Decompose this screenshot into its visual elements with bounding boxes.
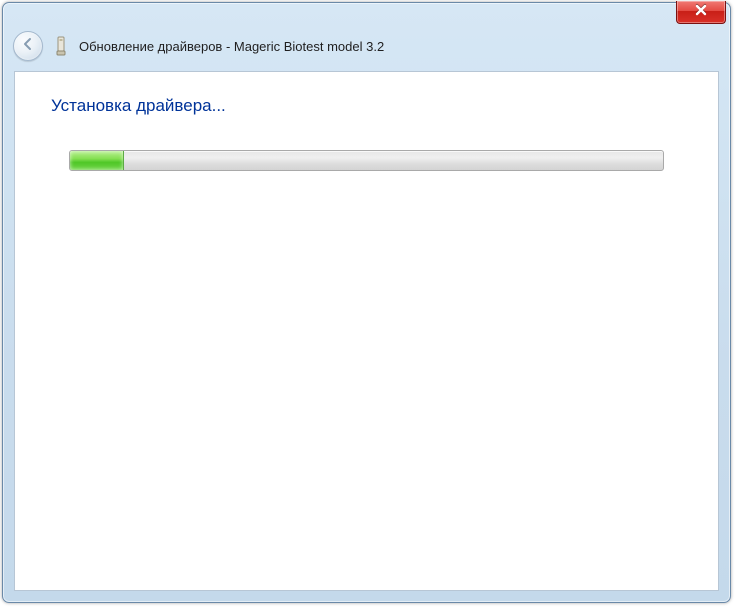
window-title: Обновление драйверов - Mageric Biotest m… [79,39,384,54]
device-icon [53,36,69,56]
window-frame: Обновление драйверов - Mageric Biotest m… [2,2,731,603]
progress-fill [70,151,124,170]
arrow-left-icon [21,37,35,56]
progress-bar [69,150,664,171]
back-button[interactable] [13,31,43,61]
header-bar: Обновление драйверов - Mageric Biotest m… [13,29,720,63]
close-button[interactable] [676,1,726,24]
status-heading: Установка драйвера... [51,96,718,116]
close-icon [695,3,707,21]
progress-track [69,150,664,171]
content-panel: Установка драйвера... [14,71,719,591]
